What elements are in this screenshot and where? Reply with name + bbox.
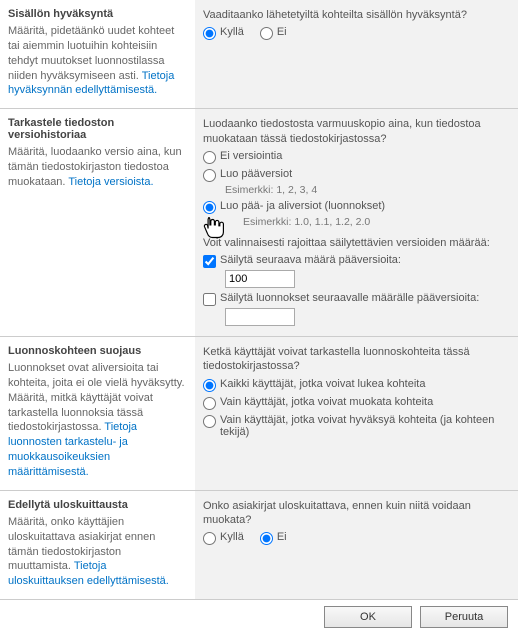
keep-major-versions-row: Säilytä seuraava määrä pääversioita:: [203, 254, 508, 268]
versioning-help-link[interactable]: Tietoja versioista.: [68, 176, 153, 188]
keep-drafts-checkbox[interactable]: [203, 293, 216, 306]
section-title: Luonnoskohteen suojaus: [8, 345, 185, 357]
versioning-major-option[interactable]: Luo pääversiot: [203, 168, 508, 182]
approval-no-option[interactable]: Ei: [260, 26, 287, 40]
versioning-none-option[interactable]: Ei versiointia: [203, 150, 508, 164]
draft-question: Ketkä käyttäjät voivat tarkastella luonn…: [203, 345, 508, 374]
section-description: Määritä, luodaanko versio aina, kun tämä…: [8, 145, 185, 190]
versioning-none-radio[interactable]: [203, 151, 216, 164]
versioning-major-example: Esimerkki: 1, 2, 3, 4: [225, 184, 508, 196]
keep-drafts-row: Säilytä luonnokset seuraavalle määrälle …: [203, 292, 508, 306]
section-description: Määritä, pidetäänkö uudet kohteet tai ai…: [8, 24, 185, 98]
checkout-question: Onko asiakirjat uloskuitattava, ennen ku…: [203, 499, 508, 528]
versioning-minor-example: Esimerkki: 1.0, 1.1, 1.2, 2.0: [243, 216, 508, 228]
approval-yes-radio[interactable]: [203, 27, 216, 40]
section-description: Luonnokset ovat aliversioita tai kohteit…: [8, 361, 185, 480]
keep-drafts-label: Säilytä luonnokset seuraavalle määrälle …: [220, 292, 479, 304]
checkout-no-radio[interactable]: [260, 532, 273, 545]
draft-all-readers-option[interactable]: Kaikki käyttäjät, jotka voivat lukea koh…: [203, 378, 508, 392]
cancel-button[interactable]: Peruuta: [420, 606, 508, 628]
versioning-minor-option[interactable]: Luo pää- ja aliversiot (luonnokset): [203, 200, 508, 214]
keep-major-checkbox[interactable]: [203, 255, 216, 268]
draft-approvers-radio[interactable]: [203, 415, 216, 428]
section-content-approval: Sisällön hyväksyntä Määritä, pidetäänkö …: [0, 0, 518, 109]
version-limit-intro: Voit valinnaisesti rajoittaa säilytettäv…: [203, 236, 508, 250]
section-versioning: Tarkastele tiedoston versiohistoriaa Mää…: [0, 109, 518, 337]
checkout-yes-radio[interactable]: [203, 532, 216, 545]
keep-major-label: Säilytä seuraava määrä pääversioita:: [220, 254, 401, 266]
section-title: Sisällön hyväksyntä: [8, 8, 185, 20]
keep-drafts-input[interactable]: [225, 308, 295, 326]
section-title: Tarkastele tiedoston versiohistoriaa: [8, 117, 185, 141]
approval-question: Vaaditaanko lähetetyiltä kohteilta sisäl…: [203, 8, 508, 22]
approval-no-radio[interactable]: [260, 27, 273, 40]
section-title: Edellytä uloskuittausta: [8, 499, 185, 511]
ok-button[interactable]: OK: [324, 606, 412, 628]
checkout-no-option[interactable]: Ei: [260, 531, 287, 545]
keep-major-input[interactable]: [225, 270, 295, 288]
checkout-yes-option[interactable]: Kyllä: [203, 531, 244, 545]
section-draft-security: Luonnoskohteen suojaus Luonnokset ovat a…: [0, 337, 518, 491]
draft-approvers-option[interactable]: Vain käyttäjät, jotka voivat hyväksyä ko…: [203, 414, 508, 438]
dialog-footer: OK Peruuta: [0, 599, 518, 634]
draft-editors-radio[interactable]: [203, 397, 216, 410]
versioning-major-radio[interactable]: [203, 169, 216, 182]
draft-editors-option[interactable]: Vain käyttäjät, jotka voivat muokata koh…: [203, 396, 508, 410]
draft-all-readers-radio[interactable]: [203, 379, 216, 392]
section-require-checkout: Edellytä uloskuittausta Määritä, onko kä…: [0, 490, 518, 599]
versioning-minor-radio[interactable]: [203, 201, 216, 214]
section-description: Määritä, onko käyttäjien uloskuitattava …: [8, 515, 185, 589]
versioning-question: Luodaanko tiedostosta varmuuskopio aina,…: [203, 117, 508, 146]
approval-yes-option[interactable]: Kyllä: [203, 26, 244, 40]
